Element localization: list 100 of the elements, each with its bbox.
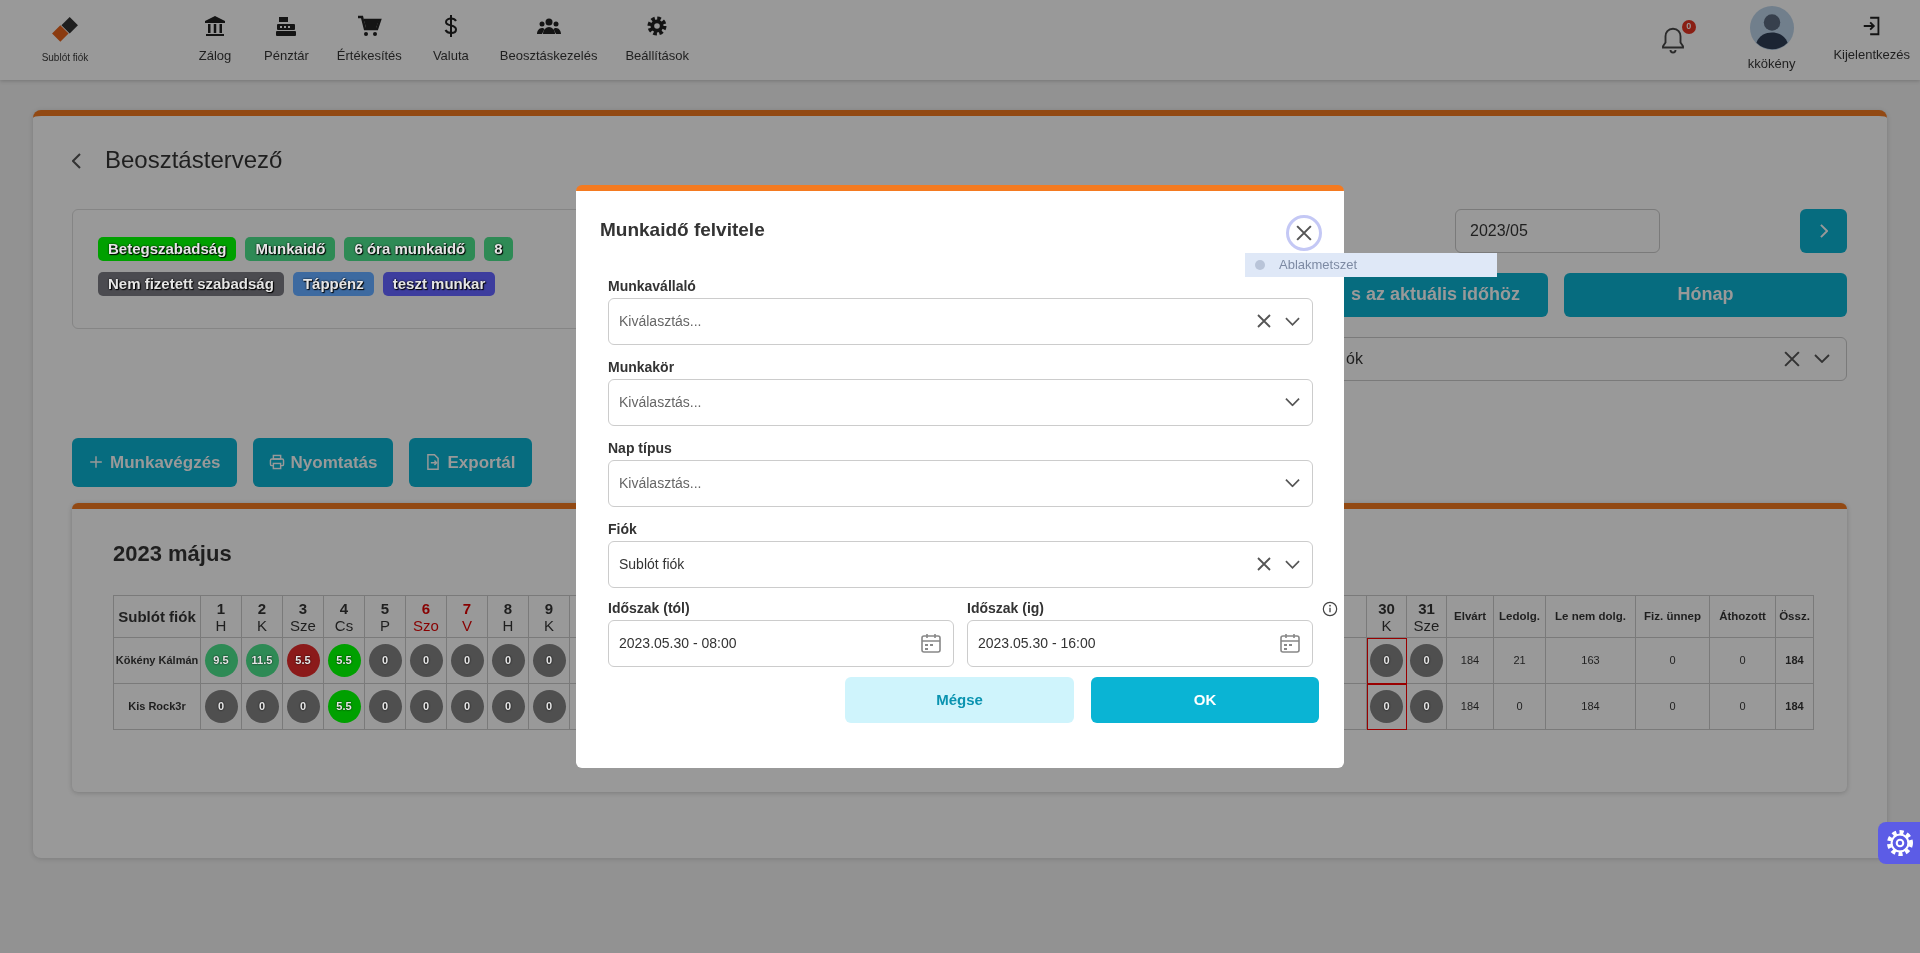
select-value: ók <box>1346 348 1364 369</box>
date-time-input[interactable]: 2023.05.30 - 08:00 <box>619 632 873 654</box>
close-button[interactable] <box>1286 215 1322 251</box>
dialog-title: Munkaidő felvitele <box>600 219 765 242</box>
nav-link[interactable]: Zálog <box>180 14 250 66</box>
page-title: Beosztástervező <box>105 146 283 175</box>
hours-dot[interactable]: 0 <box>491 690 525 724</box>
chevron-down-icon <box>1285 316 1300 326</box>
table-cell: 184 <box>1545 683 1636 730</box>
hours-dot[interactable]: 0 <box>1370 644 1403 678</box>
hours-dot[interactable]: 0 <box>450 690 484 724</box>
hours-dot[interactable]: 0 <box>1370 690 1403 724</box>
field-label: Munkakör <box>608 357 675 377</box>
legend-tag: teszt munkar <box>382 271 496 296</box>
employee-name: Kökény Kálmán <box>113 637 201 684</box>
hours-dot[interactable]: 0 <box>204 690 238 724</box>
day-header: 8 H <box>487 595 529 638</box>
nav-link[interactable]: Beállítások <box>611 14 703 66</box>
hours-dot[interactable]: 9.5 <box>204 644 238 678</box>
field-label: Nap típus <box>608 438 672 458</box>
date-time-input[interactable]: 2023.05.30 - 16:00 <box>978 632 1232 654</box>
hours-dot[interactable]: 0 <box>532 690 566 724</box>
hours-dot[interactable]: 5.5 <box>286 644 320 678</box>
settings-icon <box>1887 830 1913 856</box>
file-icon <box>425 454 442 471</box>
tooltip-text: Ablakmetszet <box>1279 256 1358 275</box>
column-header: Össz. <box>1775 595 1814 638</box>
table-cell: 184 <box>1446 637 1494 684</box>
clear-icon <box>1784 350 1800 367</box>
employee-name: Kis Rock3r <box>113 683 201 730</box>
column-header: Le nem dolg. <box>1545 595 1636 638</box>
hours-dot[interactable]: 0 <box>450 644 484 678</box>
chevron-right-icon <box>1819 223 1828 238</box>
column-header: Elvárt <box>1446 595 1494 638</box>
chevron-down-icon <box>1285 478 1300 488</box>
table-cell: 184 <box>1775 637 1814 684</box>
hours-dot[interactable]: 0 <box>491 644 525 678</box>
date-time-field[interactable]: 2023.05.30 - 16:00 <box>967 619 1313 667</box>
field-label: Időszak (ig) <box>967 598 1044 618</box>
hours-dot[interactable]: 0 <box>409 690 443 724</box>
day-header: 9 K <box>528 595 570 638</box>
table-cell: 0 <box>1635 637 1710 684</box>
select-field[interactable]: Kiválasztás... <box>608 378 1313 426</box>
select-input[interactable]: Kiválasztás... <box>619 310 1232 332</box>
nav-link[interactable]: Pénztár <box>250 14 323 66</box>
hours-dot[interactable]: 0 <box>1410 644 1443 678</box>
chevron-down-icon <box>1285 559 1300 569</box>
nav-link[interactable]: Beosztáskezelés <box>485 14 612 66</box>
select-field[interactable]: Kiválasztás... <box>608 459 1313 507</box>
hours-dot[interactable]: 0 <box>245 690 279 724</box>
calendar-icon <box>921 633 941 654</box>
logout-link[interactable]: Kijelentkezés <box>1833 15 1910 65</box>
day-header: 31 Sze <box>1406 595 1447 638</box>
date-time-field[interactable]: 2023.05.30 - 08:00 <box>608 619 954 667</box>
day-header: 5 P <box>364 595 406 638</box>
user-menu[interactable]: kkökény <box>1747 6 1796 74</box>
table-cell: 163 <box>1545 637 1636 684</box>
brand-name: Sublót fiók <box>41 50 89 65</box>
legend-tag: 8 <box>484 236 513 261</box>
table-cell: 21 <box>1493 637 1546 684</box>
month-field[interactable]: 2023/05 <box>1455 208 1660 253</box>
column-header: Ledolg. <box>1493 595 1546 638</box>
day-header: 4 Cs <box>323 595 365 638</box>
logo-icon <box>49 15 81 44</box>
printer-icon <box>268 454 285 471</box>
day-header: 1 H <box>200 595 242 638</box>
legend-tag: Betegszabadság <box>98 236 237 261</box>
corner-header: Sublót fiók <box>113 595 201 638</box>
schedule-title: 2023 május <box>113 540 232 568</box>
select-input[interactable]: Sublót fiók <box>619 553 1232 575</box>
chevron-left-icon <box>72 153 81 170</box>
select-input[interactable]: Kiválasztás... <box>619 391 1232 413</box>
settings-button[interactable] <box>1878 822 1920 864</box>
nav-link[interactable]: Értékesítés <box>322 14 416 66</box>
hours-dot[interactable]: 0 <box>286 690 320 724</box>
select-input[interactable]: Kiválasztás... <box>619 472 1232 494</box>
legend-tag: Táppénz <box>292 271 374 296</box>
field-label: Fiók <box>608 519 637 539</box>
hours-dot[interactable]: 11.5 <box>245 644 279 678</box>
table-cell: 0 <box>1493 683 1546 730</box>
nav-link[interactable]: Valuta <box>415 14 486 66</box>
select-field[interactable]: Kiválasztás... <box>608 297 1313 345</box>
info-icon <box>1322 601 1338 617</box>
table-cell: 184 <box>1775 683 1814 730</box>
day-header: 30 K <box>1366 595 1407 638</box>
hours-dot[interactable]: 0 <box>368 644 402 678</box>
dot-icon <box>1255 260 1265 270</box>
legend-tag: Nem fizetett szabadság <box>98 271 284 296</box>
table-cell: 184 <box>1446 683 1494 730</box>
hours-dot[interactable]: 0 <box>1410 690 1443 724</box>
table-cell: 0 <box>1635 683 1710 730</box>
bank-icon <box>202 14 228 39</box>
hours-dot[interactable]: 0 <box>532 644 566 678</box>
plus-icon <box>88 454 104 471</box>
hours-dot[interactable]: 0 <box>409 644 443 678</box>
select-field[interactable]: Sublót fiók <box>608 540 1313 588</box>
calendar-icon <box>1280 633 1300 654</box>
hours-dot[interactable]: 0 <box>368 690 402 724</box>
close-icon <box>1296 225 1312 241</box>
avatar-icon <box>1749 6 1794 51</box>
